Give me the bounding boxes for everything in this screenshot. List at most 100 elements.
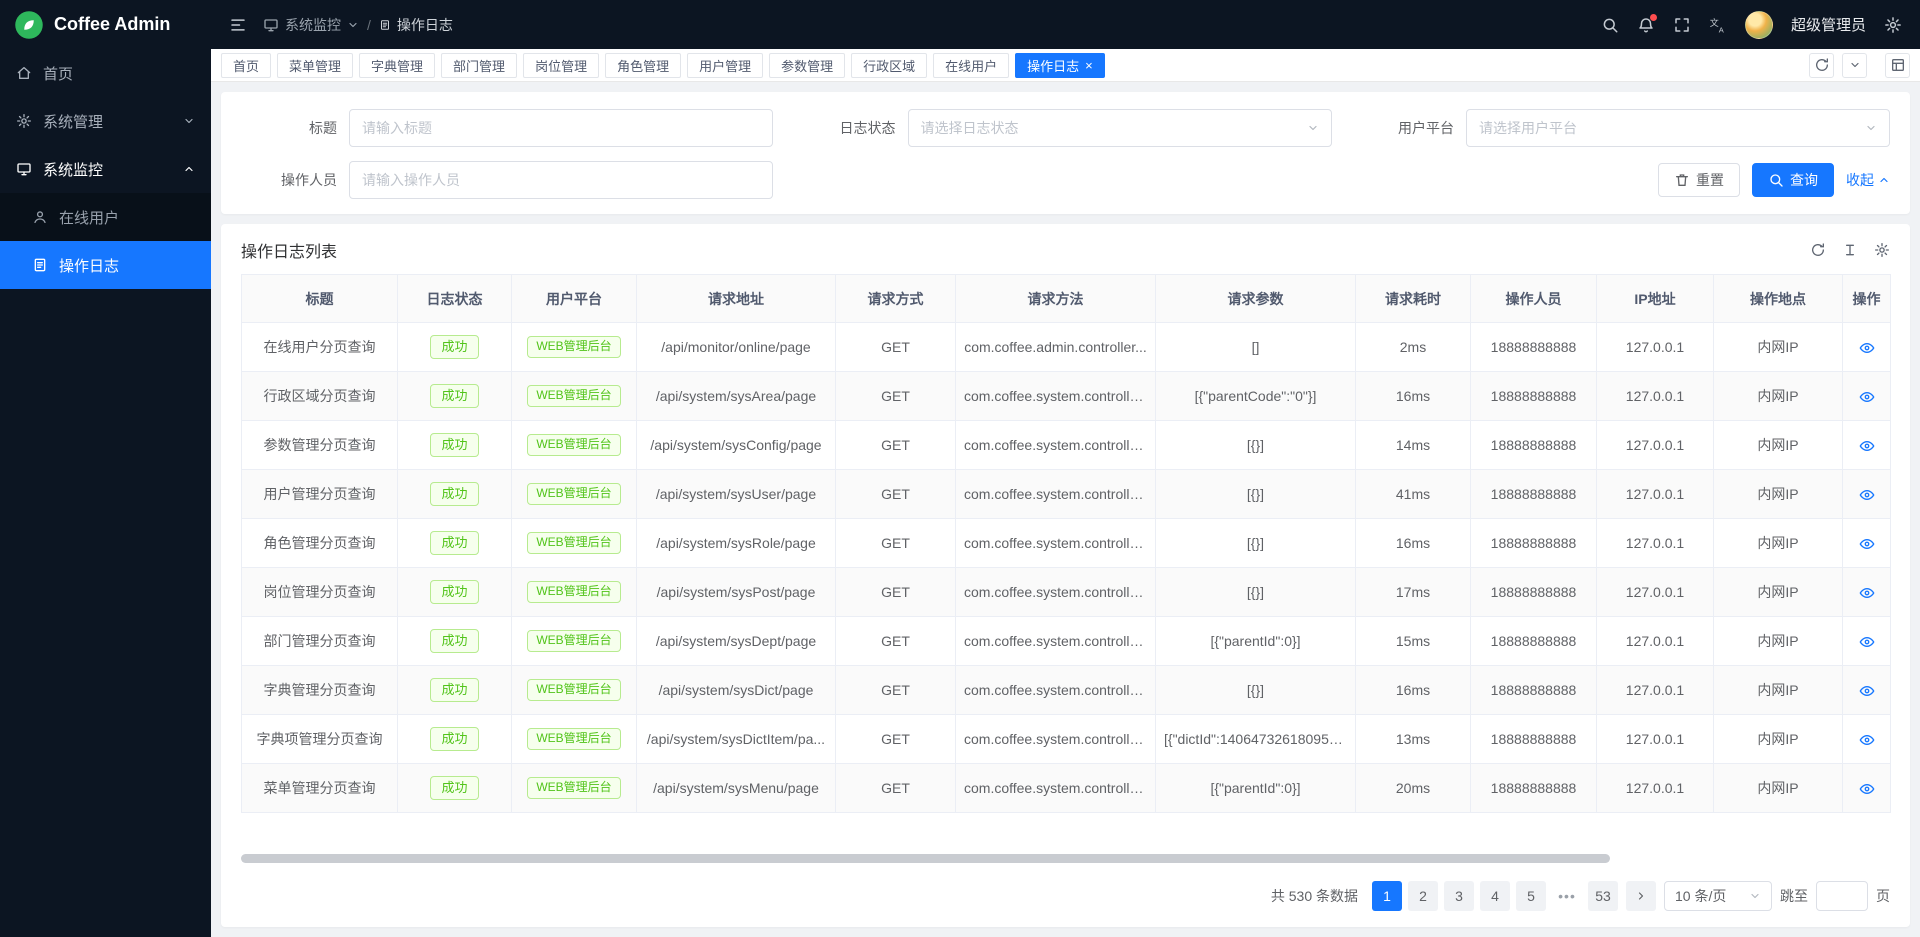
tab-item[interactable]: 行政区域 [851,53,927,78]
next-page-button[interactable] [1626,881,1656,911]
view-detail-eye-icon[interactable] [1859,781,1875,797]
horizontal-scrollbar[interactable] [241,854,1890,863]
collapse-filter-link[interactable]: 收起 [1846,170,1890,190]
ip-cell: 127.0.0.1 [1597,568,1714,617]
params-cell: [{"parentId":0}] [1156,617,1356,666]
search-button[interactable]: 查询 [1752,163,1834,197]
view-detail-eye-icon[interactable] [1859,536,1875,552]
page-button[interactable]: 2 [1408,881,1438,911]
collapse-sidebar-icon[interactable] [229,16,247,34]
location-cell: 内网IP [1714,372,1843,421]
status-badge: 成功 [430,678,478,703]
location-cell: 内网IP [1714,617,1843,666]
username[interactable]: 超级管理员 [1791,14,1866,35]
search-icon[interactable] [1601,16,1619,34]
refresh-tabs-icon[interactable] [1809,53,1834,78]
duration-cell: 16ms [1356,519,1471,568]
page-button[interactable]: 5 [1516,881,1546,911]
sidebar-item-home[interactable]: 首页 [0,49,211,97]
close-tab-icon[interactable]: × [1085,59,1093,72]
title-cell: 部门管理分页查询 [242,617,398,666]
sidebar-item-label: 在线用户 [59,207,119,228]
http_method-cell: GET [836,764,956,813]
tab-item[interactable]: 首页 [221,53,271,78]
view-detail-eye-icon[interactable] [1859,683,1875,699]
title-input[interactable] [349,109,773,147]
tab-item[interactable]: 角色管理 [605,53,681,78]
operator-input[interactable] [349,161,773,199]
jump-page-input[interactable] [1816,881,1868,911]
location-cell: 内网IP [1714,568,1843,617]
sidebar: Coffee Admin 首页 系统管理 系统监控 在线用户 [0,0,211,937]
scrollbar-thumb[interactable] [241,854,1610,863]
tab-item[interactable]: 用户管理 [687,53,763,78]
platform-cell: WEB管理后台 [512,568,637,617]
sidebar-item-system-monitor[interactable]: 系统监控 [0,145,211,193]
tab-item[interactable]: 岗位管理 [523,53,599,78]
row-density-icon[interactable] [1842,242,1858,258]
platform-badge: WEB管理后台 [527,581,620,603]
theme-settings-gear-icon[interactable] [1884,16,1902,34]
view-detail-eye-icon[interactable] [1859,732,1875,748]
fullscreen-icon[interactable] [1673,16,1691,34]
url-cell: /api/system/sysDictItem/pa... [637,715,836,764]
sidebar-submenu: 在线用户 操作日志 [0,193,211,289]
user-platform-select[interactable]: 请选择用户平台 [1466,109,1890,147]
column-settings-gear-icon[interactable] [1874,242,1890,258]
layout-fullscreen-icon[interactable] [1885,53,1910,78]
status-cell: 成功 [398,666,512,715]
operator-cell: 18888888888 [1471,470,1597,519]
tab-item[interactable]: 操作日志× [1015,53,1105,78]
chevron-up-icon [183,163,195,175]
tab-options-chevron-down-icon[interactable] [1842,53,1867,78]
view-detail-eye-icon[interactable] [1859,340,1875,356]
view-detail-eye-icon[interactable] [1859,438,1875,454]
page-button[interactable]: 3 [1444,881,1474,911]
breadcrumb-item-system-monitor[interactable]: 系统监控 [263,15,359,35]
log-status-select[interactable]: 请选择日志状态 [908,109,1332,147]
method-cell: com.coffee.system.controlle... [956,519,1156,568]
sidebar-item-operation-log[interactable]: 操作日志 [0,241,211,289]
page-button[interactable]: 53 [1588,881,1618,911]
view-detail-eye-icon[interactable] [1859,585,1875,601]
avatar[interactable] [1745,11,1773,39]
translate-icon[interactable]: 文A [1709,16,1727,34]
ip-cell: 127.0.0.1 [1597,715,1714,764]
platform-cell: WEB管理后台 [512,666,637,715]
page-button[interactable]: 1 [1372,881,1402,911]
tab-item[interactable]: 部门管理 [441,53,517,78]
status-badge: 成功 [430,482,478,507]
view-detail-eye-icon[interactable] [1859,634,1875,650]
app-logo[interactable]: Coffee Admin [0,0,211,49]
tab-item[interactable]: 字典管理 [359,53,435,78]
chevron-right-icon [1635,890,1647,902]
tab-item[interactable]: 参数管理 [769,53,845,78]
tab-label: 字典管理 [371,56,423,75]
url-cell: /api/monitor/online/page [637,323,836,372]
reset-button[interactable]: 重置 [1658,163,1740,197]
view-detail-eye-icon[interactable] [1859,389,1875,405]
tab-item[interactable]: 菜单管理 [277,53,353,78]
view-detail-eye-icon[interactable] [1859,487,1875,503]
page-button[interactable]: 4 [1480,881,1510,911]
notification-bell-icon[interactable] [1637,16,1655,34]
tab-label: 岗位管理 [535,56,587,75]
main-area: 系统监控 / 操作日志 [211,0,1920,937]
title-cell: 参数管理分页查询 [242,421,398,470]
location-cell: 内网IP [1714,323,1843,372]
title-cell: 菜单管理分页查询 [242,764,398,813]
title-cell: 用户管理分页查询 [242,470,398,519]
title-field-group: 标题 [241,109,773,147]
tab-item[interactable]: 在线用户 [933,53,1009,78]
sidebar-item-online-users[interactable]: 在线用户 [0,193,211,241]
document-icon [32,257,48,273]
sidebar-item-system-management[interactable]: 系统管理 [0,97,211,145]
url-cell: /api/system/sysDept/page [637,617,836,666]
status-badge: 成功 [430,580,478,605]
operation-cell [1843,323,1891,372]
http_method-cell: GET [836,519,956,568]
page-size-select[interactable]: 10 条/页 [1664,881,1772,911]
ip-cell: 127.0.0.1 [1597,421,1714,470]
status-cell: 成功 [398,372,512,421]
refresh-icon[interactable] [1810,242,1826,258]
